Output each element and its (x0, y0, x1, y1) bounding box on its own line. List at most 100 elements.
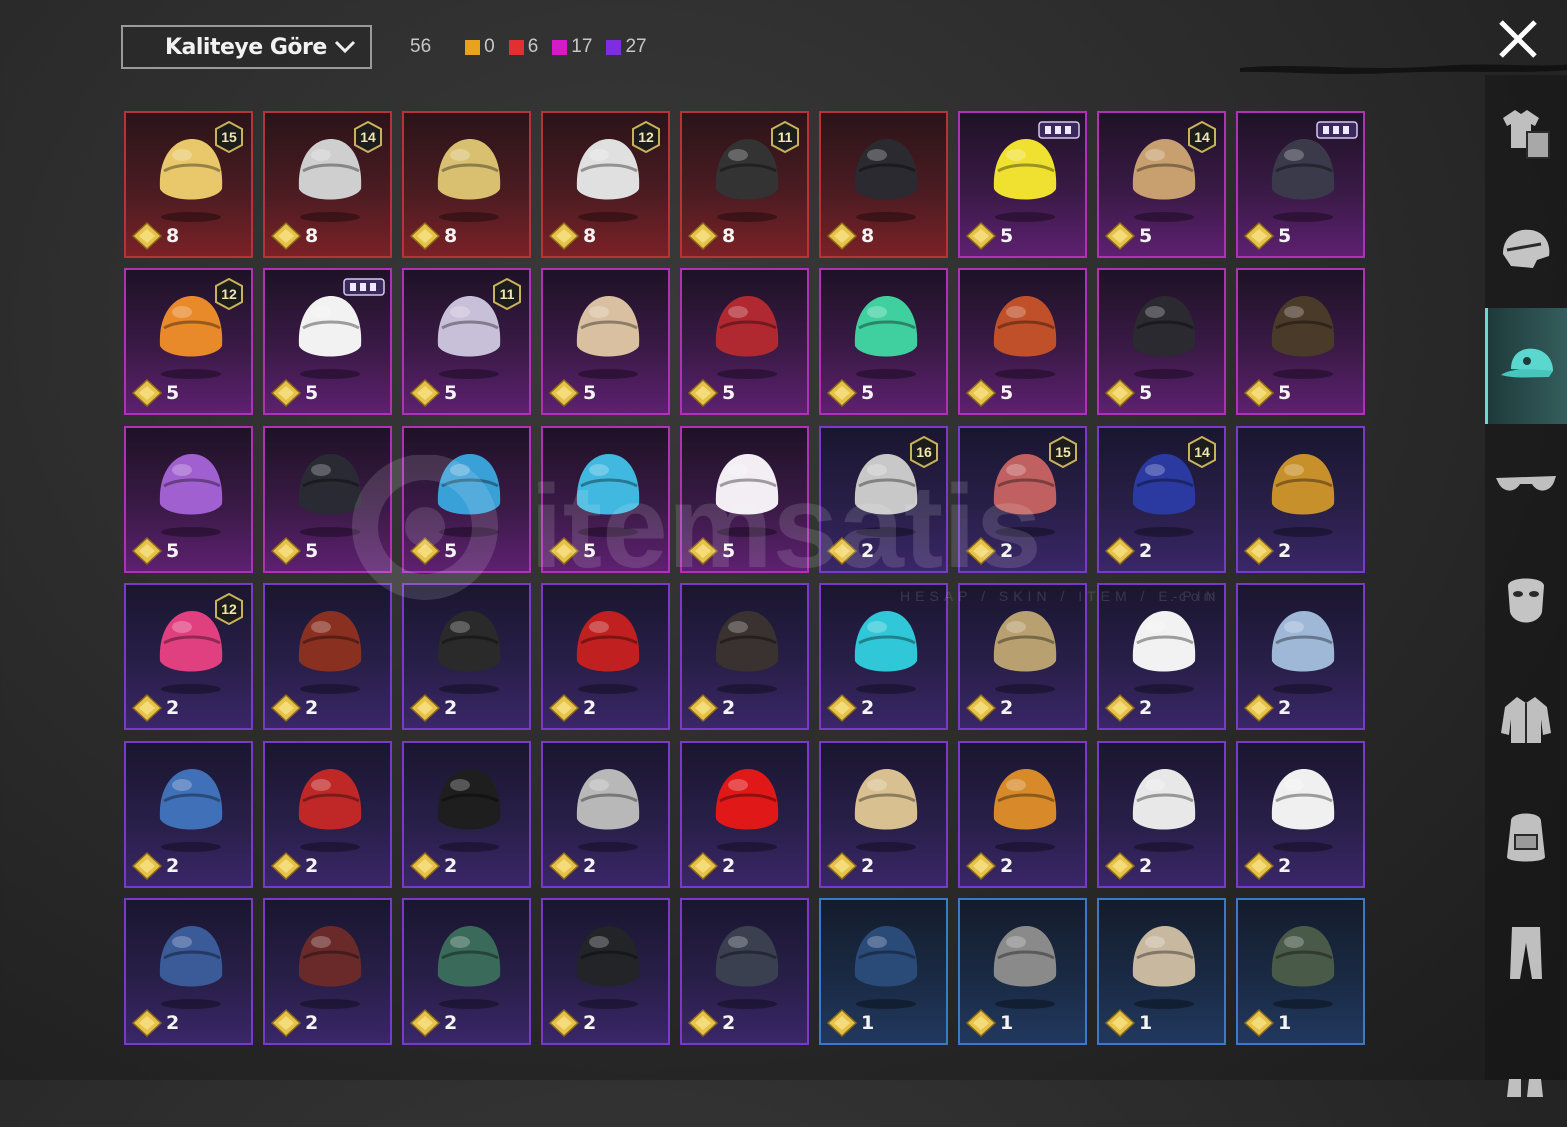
duplicate-count-number: 2 (305, 855, 319, 877)
item-card[interactable]: 2 (1097, 583, 1226, 730)
item-card[interactable]: 2 (541, 741, 670, 888)
category-mask[interactable] (1485, 543, 1567, 659)
item-card[interactable]: 2 (680, 741, 809, 888)
upgrade-material-icon (549, 852, 579, 880)
item-card[interactable]: 2 (1097, 741, 1226, 888)
panda-head-icon (298, 296, 362, 379)
upgrade-material-icon (549, 694, 579, 722)
level-number: 16 (916, 444, 932, 460)
item-card[interactable]: 14 8 (263, 111, 392, 258)
item-card[interactable]: 2 (541, 583, 670, 730)
upgrade-material-icon (271, 222, 301, 250)
category-helmet[interactable] (1485, 191, 1567, 307)
duplicate-count-number: 5 (305, 382, 319, 404)
duplicate-count-number: 5 (1139, 225, 1153, 247)
patterned-cap-icon (1271, 139, 1335, 222)
item-card[interactable]: 5 (263, 268, 392, 415)
item-card[interactable]: 1 (1236, 898, 1365, 1045)
item-card[interactable]: 2 (263, 741, 392, 888)
category-outfit[interactable] (1485, 75, 1567, 191)
red-horned-helmet-icon (715, 296, 779, 379)
item-card[interactable]: 5 (402, 426, 531, 573)
item-card[interactable]: 11 5 (402, 268, 531, 415)
duplicate-count: 1 (966, 1009, 1013, 1037)
item-card[interactable]: 5 (263, 426, 392, 573)
duplicate-count-number: 8 (722, 225, 736, 247)
item-card[interactable]: 5 (541, 426, 670, 573)
item-card[interactable]: 2 (124, 741, 253, 888)
duplicate-count-number: 2 (166, 855, 180, 877)
item-card[interactable]: 2 (819, 583, 948, 730)
blue-feather-mask-icon (576, 454, 640, 537)
item-card[interactable]: 2 (124, 898, 253, 1045)
red-bucket-hat-icon (715, 769, 779, 852)
item-card[interactable]: 2 (1236, 426, 1365, 573)
level-badge: 12 (632, 121, 660, 153)
item-card[interactable]: 8 (819, 111, 948, 258)
category-backpack[interactable] (1485, 777, 1567, 893)
upgrade-material-icon (688, 852, 718, 880)
duplicate-count-number: 5 (1000, 225, 1014, 247)
item-card[interactable]: 1 (819, 898, 948, 1045)
duplicate-count-number: 5 (166, 540, 180, 562)
item-card[interactable]: 2 (680, 583, 809, 730)
item-card[interactable]: 5 (1236, 268, 1365, 415)
pop-badge-icon (343, 278, 385, 296)
rarity-count-mythic: 6 (508, 36, 538, 58)
level-badge: 14 (1188, 121, 1216, 153)
item-card[interactable]: 12 2 (124, 583, 253, 730)
item-card[interactable]: 5 (819, 268, 948, 415)
item-card[interactable]: 2 (1236, 583, 1365, 730)
item-card[interactable]: 2 (680, 898, 809, 1045)
category-jacket[interactable] (1485, 660, 1567, 776)
item-card[interactable]: 1 (1097, 898, 1226, 1045)
item-card[interactable]: 5 (124, 426, 253, 573)
category-shoes[interactable] (1485, 1011, 1567, 1127)
item-card[interactable]: 5 (958, 268, 1087, 415)
item-card[interactable]: 1 (958, 898, 1087, 1045)
item-card[interactable]: 2 (958, 583, 1087, 730)
item-card[interactable]: 5 (1236, 111, 1365, 258)
upgrade-material-icon (1244, 694, 1274, 722)
category-glasses[interactable] (1485, 427, 1567, 543)
item-card[interactable]: 2 (819, 741, 948, 888)
item-card[interactable]: 15 2 (958, 426, 1087, 573)
item-card[interactable]: 2 (958, 741, 1087, 888)
straw-scarecrow-hat-icon (993, 611, 1057, 694)
upgrade-material-icon (410, 1009, 440, 1037)
item-card[interactable]: 2 (402, 583, 531, 730)
item-card[interactable]: 5 (1097, 268, 1226, 415)
duplicate-count-number: 8 (305, 225, 319, 247)
item-card[interactable]: 5 (680, 426, 809, 573)
category-headwear[interactable] (1485, 308, 1567, 424)
duplicate-count-number: 5 (444, 540, 458, 562)
item-card[interactable]: 5 (541, 268, 670, 415)
sort-dropdown[interactable]: Kaliteye Göre (121, 25, 372, 69)
upgrade-material-icon (132, 537, 162, 565)
item-card[interactable]: 2 (541, 898, 670, 1045)
upgrade-material-icon (410, 852, 440, 880)
item-card[interactable]: 2 (402, 898, 531, 1045)
item-card[interactable]: 11 8 (680, 111, 809, 258)
item-card[interactable]: 2 (1236, 741, 1365, 888)
upgrade-material-icon (271, 852, 301, 880)
duplicate-count-number: 2 (1139, 697, 1153, 719)
item-card[interactable]: 5 (680, 268, 809, 415)
item-card[interactable]: 12 5 (124, 268, 253, 415)
item-card[interactable]: 14 2 (1097, 426, 1226, 573)
plaid-bandana-icon (437, 926, 501, 1009)
item-card[interactable]: 5 (958, 111, 1087, 258)
burger-hat-icon (993, 769, 1057, 852)
item-card[interactable]: 8 (402, 111, 531, 258)
item-card[interactable]: 15 8 (124, 111, 253, 258)
item-card[interactable]: 14 5 (1097, 111, 1226, 258)
item-card[interactable]: 12 8 (541, 111, 670, 258)
item-card[interactable]: 2 (402, 741, 531, 888)
item-card[interactable]: 2 (263, 583, 392, 730)
item-card[interactable]: 16 2 (819, 426, 948, 573)
category-pants[interactable] (1485, 895, 1567, 1011)
shoes-icon (1507, 1079, 1543, 1097)
item-card[interactable]: 2 (263, 898, 392, 1045)
pirate-hat-icon (854, 139, 918, 222)
close-icon[interactable] (1497, 18, 1539, 60)
